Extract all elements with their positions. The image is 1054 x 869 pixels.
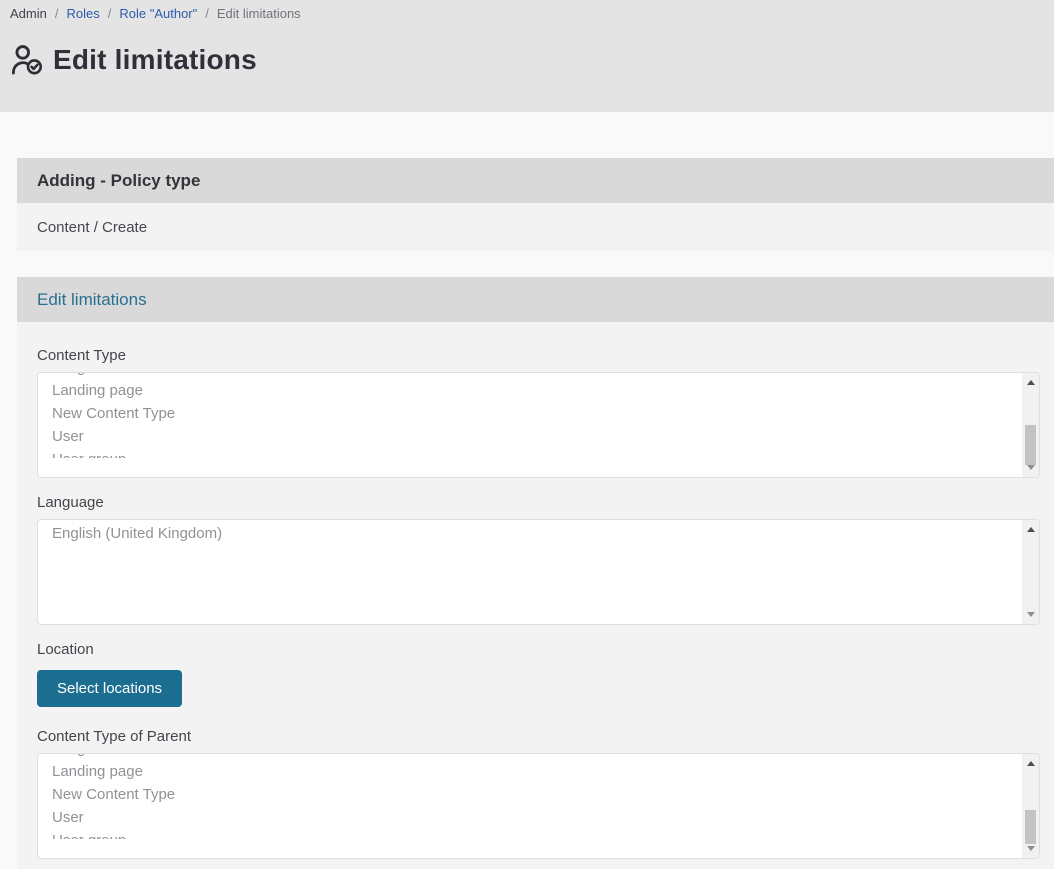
breadcrumb-link-roles[interactable]: Roles	[66, 6, 99, 21]
language-label: Language	[37, 494, 1040, 511]
breadcrumb-separator: /	[205, 6, 209, 21]
language-options: English (United Kingdom)	[38, 520, 1039, 624]
policy-value: Content / Create	[17, 203, 1054, 251]
page-header: Admin / Roles / Role "Author" / Edit lim…	[0, 0, 1054, 112]
content-type-scrollbar[interactable]	[1022, 373, 1039, 477]
language-scrollbar[interactable]	[1022, 520, 1039, 624]
select-option[interactable]: Image	[52, 372, 1039, 379]
title-row: Edit limitations	[10, 43, 1054, 77]
breadcrumb-separator: /	[55, 6, 59, 21]
location-label: Location	[37, 641, 1040, 658]
content-type-field: Content Type ImageLanding pageNew Conten…	[37, 347, 1040, 478]
select-option[interactable]: Landing page	[52, 379, 1039, 402]
limitations-panel: Edit limitations Content Type ImageLandi…	[17, 277, 1054, 869]
language-field: Language English (United Kingdom)	[37, 494, 1040, 625]
parent-scrollbar[interactable]	[1022, 754, 1039, 858]
select-option[interactable]: User	[52, 425, 1039, 448]
parent-options: ImageLanding pageNew Content TypeUserUse…	[38, 753, 1039, 839]
breadcrumb-separator: /	[108, 6, 112, 21]
breadcrumb-link-role-author[interactable]: Role "Author"	[119, 6, 197, 21]
breadcrumb-item-current: Edit limitations	[217, 6, 301, 21]
select-locations-button[interactable]: Select locations	[37, 670, 182, 707]
content-type-label: Content Type	[37, 347, 1040, 364]
scroll-down-icon[interactable]	[1027, 846, 1035, 851]
select-option[interactable]: Image	[52, 753, 1039, 760]
page-title: Edit limitations	[53, 44, 257, 76]
content-type-of-parent-select[interactable]: ImageLanding pageNew Content TypeUserUse…	[37, 753, 1040, 859]
select-option[interactable]: User	[52, 806, 1039, 829]
policy-panel-header: Adding - Policy type	[17, 158, 1054, 203]
main-content: Adding - Policy type Content / Create Ed…	[0, 112, 1054, 869]
content-type-select[interactable]: ImageLanding pageNew Content TypeUserUse…	[37, 372, 1040, 478]
scroll-up-icon[interactable]	[1027, 527, 1035, 532]
breadcrumb: Admin / Roles / Role "Author" / Edit lim…	[10, 6, 1054, 21]
breadcrumb-item-admin: Admin	[10, 6, 47, 21]
user-check-icon	[10, 43, 44, 77]
language-select[interactable]: English (United Kingdom)	[37, 519, 1040, 625]
location-field: Location Select locations	[37, 641, 1040, 728]
scrollbar-thumb[interactable]	[1025, 425, 1036, 465]
limitations-panel-header: Edit limitations	[17, 277, 1054, 322]
select-option[interactable]: English (United Kingdom)	[52, 522, 1039, 545]
select-option[interactable]: User group	[52, 448, 1039, 458]
scroll-down-icon[interactable]	[1027, 465, 1035, 470]
scroll-up-icon[interactable]	[1027, 380, 1035, 385]
select-option[interactable]: New Content Type	[52, 402, 1039, 425]
select-option[interactable]: New Content Type	[52, 783, 1039, 806]
content-type-of-parent-label: Content Type of Parent	[37, 728, 1040, 745]
content-type-options: ImageLanding pageNew Content TypeUserUse…	[38, 372, 1039, 458]
scroll-down-icon[interactable]	[1027, 612, 1035, 617]
scrollbar-thumb[interactable]	[1025, 810, 1036, 844]
content-type-of-parent-field: Content Type of Parent ImageLanding page…	[37, 728, 1040, 859]
select-option[interactable]: Landing page	[52, 760, 1039, 783]
limitations-form: Content Type ImageLanding pageNew Conten…	[17, 322, 1054, 869]
select-option[interactable]: User group	[52, 829, 1039, 839]
policy-panel: Adding - Policy type Content / Create	[17, 158, 1054, 251]
scroll-up-icon[interactable]	[1027, 761, 1035, 766]
